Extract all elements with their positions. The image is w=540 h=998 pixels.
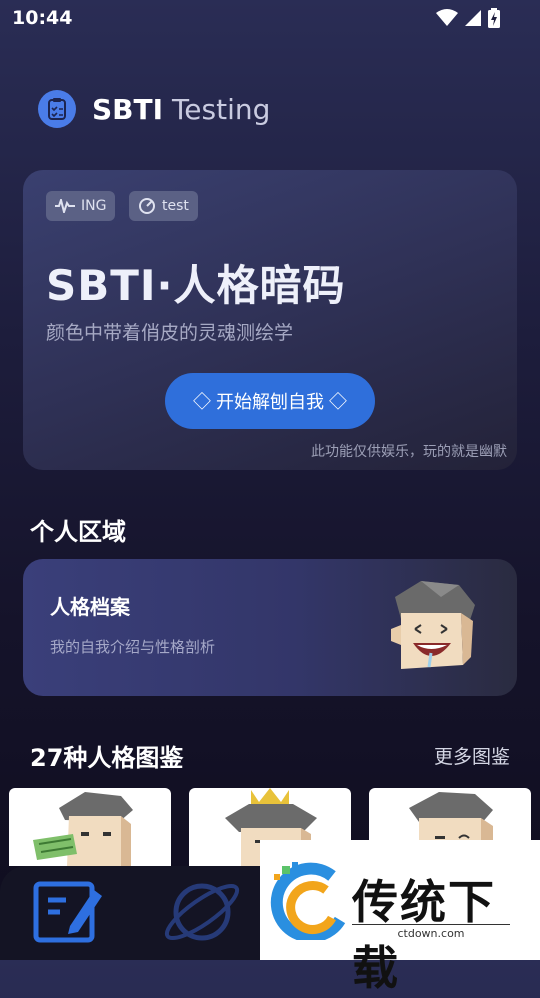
chip-label: test [162, 198, 189, 214]
personality-card[interactable] [9, 788, 171, 866]
tab-edit-test-icon[interactable] [30, 874, 104, 944]
app-header: SBTI Testing [38, 90, 270, 128]
app-title-rest: Testing [171, 92, 271, 126]
money-character-illustration [33, 792, 133, 866]
status-bar: 10:44 [0, 0, 540, 36]
battery-icon [488, 8, 500, 28]
gauge-icon [139, 198, 155, 214]
personal-section-title: 个人区域 [30, 518, 126, 546]
more-gallery-link[interactable]: 更多图鉴 [434, 742, 510, 769]
app-brand: SBTI [92, 92, 164, 126]
hero-title: SBTI·人格暗码 [46, 261, 346, 310]
disclaimer-text: 此功能仅供娱乐，玩的就是幽默 [311, 444, 507, 460]
watermark-ad: 传统下载 ctdown.com [260, 840, 540, 995]
gallery-section-title: 27种人格图鉴 [30, 744, 184, 772]
status-time: 10:44 [12, 7, 73, 29]
ad-url: ctdown.com [352, 924, 510, 940]
laughing-face-illustration [391, 581, 475, 669]
profile-card-title: 人格档案 [50, 595, 130, 619]
wifi-icon [436, 9, 458, 26]
personality-profile-card[interactable]: 人格档案 我的自我介绍与性格剖析 [23, 559, 517, 696]
download-brand-logo [270, 862, 346, 940]
chip-label: ING [81, 198, 107, 214]
profile-card-subtitle: 我的自我介绍与性格剖析 [50, 638, 216, 656]
chip-ing: ING [46, 191, 116, 221]
chip-test: test [129, 191, 198, 221]
start-test-button[interactable]: ◇ 开始解刨自我 ◇ [165, 373, 375, 429]
clipboard-checklist-icon [38, 90, 76, 128]
status-icons [436, 8, 500, 28]
pulse-icon [55, 199, 75, 213]
tab-planet-icon[interactable] [164, 874, 244, 944]
app-title: SBTI Testing [92, 93, 270, 126]
hero-subtitle: 颜色中带着俏皮的灵魂测绘学 [46, 322, 294, 344]
signal-icon [465, 10, 481, 26]
hero-card: ING test SBTI·人格暗码 颜色中带着俏皮的灵魂测绘学 ◇ 开始解刨自… [23, 170, 517, 470]
